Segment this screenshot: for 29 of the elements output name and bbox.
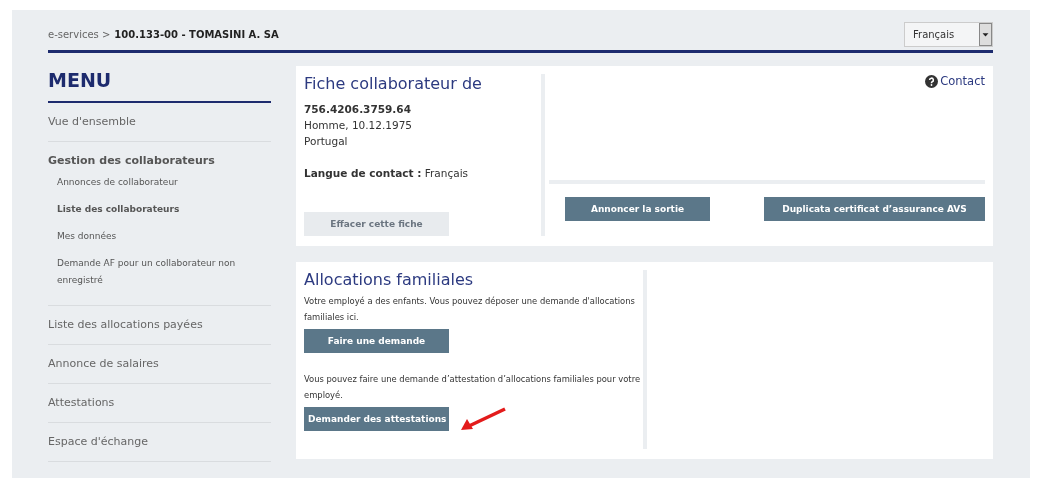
- announce-exit-button[interactable]: Annoncer la sortie: [565, 197, 710, 221]
- menu-item[interactable]: Liste des allocations payées: [48, 318, 271, 332]
- employee-detail: Portugal: [304, 134, 349, 149]
- menu-item[interactable]: Gestion des collaborateurs: [48, 154, 271, 168]
- request-button[interactable]: Faire une demande: [304, 329, 449, 353]
- menu-item[interactable]: Annonce de salaires: [48, 357, 271, 371]
- submenu-item[interactable]: Annonces de collaborateur: [48, 168, 271, 195]
- menu-title: MENU: [48, 69, 271, 103]
- menu-item[interactable]: Attestations: [48, 396, 271, 410]
- employee-detail: Homme, 10.12.1975: [304, 118, 414, 133]
- menu-item[interactable]: Vue d'ensemble: [48, 115, 271, 129]
- card-title: Fiche collaborateur de: [304, 74, 483, 93]
- avs-number: 756.4206.3759.64: [304, 102, 412, 117]
- language-select[interactable]: Français: [904, 21, 993, 47]
- card-title: Allocations familiales: [304, 270, 475, 289]
- menu-item[interactable]: Espace d'échange: [48, 435, 271, 449]
- breadcrumb-current: 100.133-00 - TOMASINI A. SA: [114, 28, 279, 40]
- contact-language: Langue de contact : Français: [304, 166, 470, 181]
- request-button[interactable]: Demander des attestations: [304, 407, 449, 431]
- duplicate-certificate-button[interactable]: Duplicata certificat d’assurance AVS: [764, 197, 985, 221]
- contact-link[interactable]: Contact: [925, 74, 985, 88]
- help-icon: [925, 74, 939, 88]
- submenu-item[interactable]: Demande AF pour un collaborateur non enregistré: [48, 249, 271, 293]
- info-text: Vous pouvez faire une demande d’attestation d’allocations familiales pour votre employé.: [304, 373, 642, 402]
- submenu-item[interactable]: Mes données: [48, 222, 271, 249]
- arrow-icon: [461, 407, 507, 431]
- info-text: Votre employé a des enfants. Vous pouvez déposer une demande d'allocations familiales ici.: [304, 295, 636, 324]
- breadcrumb-link[interactable]: e-services >: [48, 28, 111, 40]
- submenu-item[interactable]: Liste des collaborateurs: [48, 195, 271, 222]
